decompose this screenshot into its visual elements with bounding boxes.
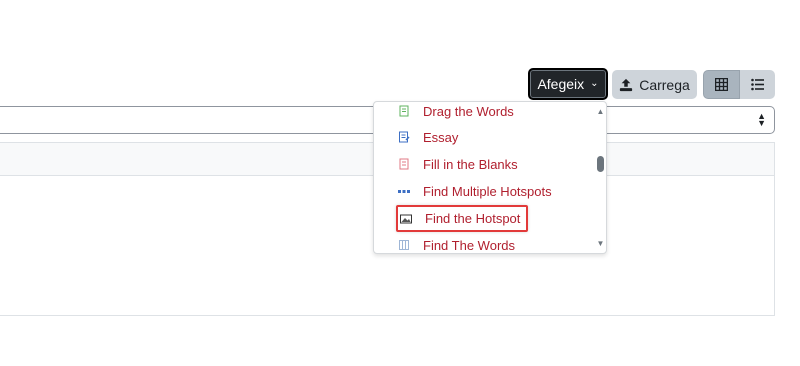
list-icon: [751, 78, 764, 91]
upload-button[interactable]: Carrega: [612, 70, 697, 99]
grid-icon: [715, 78, 728, 91]
menu-item-find-multiple-hotspots[interactable]: Find Multiple Hotspots: [398, 180, 552, 202]
find-multiple-hotspots-icon: [398, 190, 410, 193]
scroll-up-icon[interactable]: ▲: [596, 107, 605, 116]
menu-item-label: Find the Hotspot: [425, 211, 521, 226]
menu-item-label: Fill in the Blanks: [423, 156, 518, 172]
menu-item-essay[interactable]: Essay: [398, 126, 458, 148]
upload-icon: [620, 78, 633, 91]
menu-item-find-the-words[interactable]: Find The Words: [398, 234, 516, 253]
grid-view-button[interactable]: [703, 70, 740, 99]
add-button-label: Afegeix: [537, 76, 585, 92]
find-the-hotspot-icon: [400, 214, 412, 223]
add-button[interactable]: Afegeix ⌄: [528, 68, 608, 100]
view-toggle: [703, 70, 775, 99]
fill-in-the-blanks-icon: [399, 158, 409, 170]
page: Afegeix ⌄ Carrega ▲ ▼ Drag the Words Ess…: [0, 0, 800, 366]
add-dropdown-menu: Drag the Words Essay Fill in the Blanks: [373, 101, 607, 254]
menu-item-label: Find The Words: [423, 237, 516, 253]
dropdown-scrollbar[interactable]: ▲ ▼: [596, 104, 605, 252]
scroll-thumb[interactable]: [597, 156, 604, 172]
list-view-button[interactable]: [740, 70, 775, 99]
find-the-words-icon: [399, 240, 409, 250]
scroll-down-icon[interactable]: ▼: [596, 239, 605, 248]
menu-item-label: Essay: [423, 129, 459, 145]
chevron-down-icon: ⌄: [590, 78, 599, 89]
menu-item-label: Find Multiple Hotspots: [423, 183, 552, 199]
drag-the-words-icon: [399, 105, 409, 117]
upload-button-label: Carrega: [639, 76, 690, 93]
menu-item-label: Drag the Words: [423, 103, 514, 119]
menu-item-drag-the-words[interactable]: Drag the Words: [398, 102, 514, 122]
menu-item-fill-in-the-blanks[interactable]: Fill in the Blanks: [398, 153, 518, 175]
select-arrows-icon: ▲ ▼: [757, 111, 766, 128]
essay-icon: [399, 131, 410, 143]
menu-item-find-the-hotspot[interactable]: Find the Hotspot: [396, 205, 528, 232]
